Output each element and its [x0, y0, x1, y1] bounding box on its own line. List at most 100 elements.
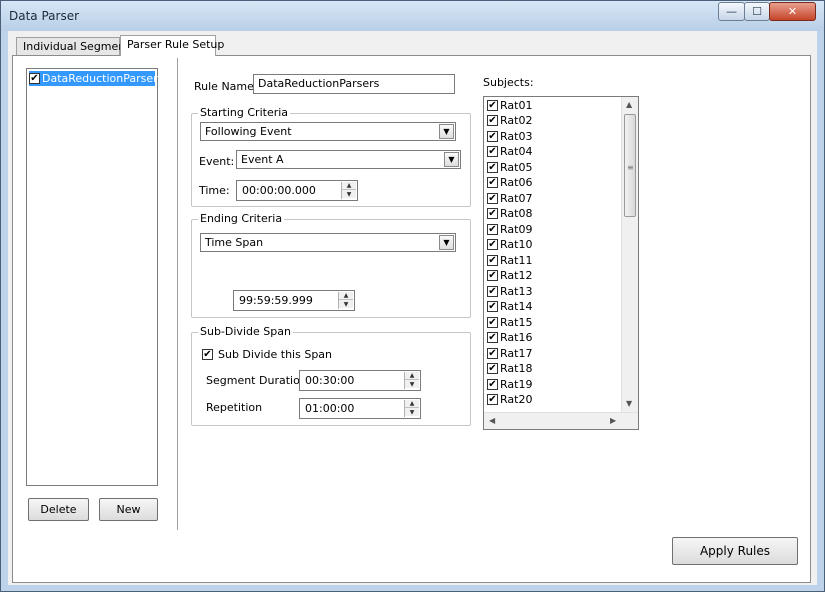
chevron-down-icon[interactable]: ▼: [439, 235, 454, 250]
subject-checkbox[interactable]: ✔: [487, 208, 498, 219]
subject-checkbox[interactable]: ✔: [487, 115, 498, 126]
subject-item[interactable]: ✔ Rat05: [487, 160, 532, 175]
subject-checkbox[interactable]: ✔: [487, 317, 498, 328]
minimize-button[interactable]: —: [718, 2, 745, 21]
spin-up-icon[interactable]: ▲: [405, 400, 419, 408]
subject-item[interactable]: ✔ Rat17: [487, 346, 532, 361]
subject-label: Rat18: [500, 362, 533, 375]
spin-down-icon[interactable]: ▼: [342, 190, 356, 198]
spin-down-icon[interactable]: ▼: [339, 300, 353, 308]
subject-item[interactable]: ✔ Rat19: [487, 377, 532, 392]
subdivide-checkbox[interactable]: ✔: [202, 349, 213, 360]
rule-checkbox[interactable]: ✔: [29, 73, 40, 84]
subdivide-span-title: Sub-Divide Span: [198, 325, 293, 338]
repetition-stepper[interactable]: 01:00:00 ▲ ▼: [299, 398, 421, 419]
subject-checkbox[interactable]: ✔: [487, 348, 498, 359]
data-parser-window: Data Parser — ☐ ✕ Individual Segments Pa…: [0, 0, 825, 592]
subject-item[interactable]: ✔ Rat03: [487, 129, 532, 144]
subject-item[interactable]: ✔ Rat15: [487, 315, 532, 330]
new-button[interactable]: New: [99, 498, 158, 521]
subject-item[interactable]: ✔ Rat04: [487, 144, 532, 159]
subject-item[interactable]: ✔ Rat14: [487, 299, 532, 314]
apply-rules-button[interactable]: Apply Rules: [672, 537, 798, 565]
subject-label: Rat04: [500, 145, 533, 158]
subject-checkbox[interactable]: ✔: [487, 394, 498, 405]
subject-item[interactable]: ✔ Rat06: [487, 175, 532, 190]
subject-label: Rat05: [500, 161, 533, 174]
subject-checkbox[interactable]: ✔: [487, 301, 498, 312]
rule-name-input[interactable]: DataReductionParsers: [253, 74, 455, 94]
subject-item[interactable]: ✔ Rat01: [487, 98, 532, 113]
time-stepper[interactable]: 00:00:00.000 ▲ ▼: [236, 180, 358, 201]
subject-checkbox[interactable]: ✔: [487, 193, 498, 204]
subjects-vertical-scrollbar[interactable]: ▲ ≡ ▼: [621, 97, 638, 412]
event-select[interactable]: Event A ▼: [236, 150, 461, 169]
subject-label: Rat17: [500, 347, 533, 360]
delete-button[interactable]: Delete: [28, 498, 89, 521]
subject-item[interactable]: ✔ Rat16: [487, 330, 532, 345]
title-bar[interactable]: Data Parser — ☐ ✕: [1, 1, 824, 31]
subject-item[interactable]: ✔ Rat12: [487, 268, 532, 283]
maximize-button[interactable]: ☐: [744, 2, 770, 21]
subjects-listbox[interactable]: ✔ Rat01 ✔ Rat02 ✔ Rat03 ✔ Rat04 ✔ Rat05 ✔ Rat0…: [483, 96, 639, 430]
starting-mode-select[interactable]: Following Event ▼: [200, 122, 456, 141]
subject-checkbox[interactable]: ✔: [487, 177, 498, 188]
subjects-label: Subjects:: [483, 76, 534, 89]
subject-item[interactable]: ✔ Rat02: [487, 113, 532, 128]
subject-item[interactable]: ✔ Rat10: [487, 237, 532, 252]
subject-item[interactable]: ✔ Rat18: [487, 361, 532, 376]
starting-mode-value: Following Event: [205, 125, 292, 138]
subject-checkbox[interactable]: ✔: [487, 100, 498, 111]
rule-listbox[interactable]: ✔ DataReductionParsers: [26, 68, 163, 486]
scroll-thumb[interactable]: ≡: [624, 114, 636, 217]
ending-criteria-group: Ending Criteria Time Span ▼ 99:59:59.999…: [191, 212, 471, 318]
rule-list-item-label: DataReductionParsers: [42, 72, 164, 85]
subject-label: Rat01: [500, 99, 533, 112]
scroll-down-icon[interactable]: ▼: [626, 399, 632, 408]
spin-up-icon[interactable]: ▲: [339, 292, 353, 300]
subjects-horizontal-scrollbar[interactable]: ◀ ▶: [484, 412, 638, 429]
subject-checkbox[interactable]: ✔: [487, 146, 498, 157]
subject-checkbox[interactable]: ✔: [487, 286, 498, 297]
time-span-stepper[interactable]: 99:59:59.999 ▲ ▼: [233, 290, 355, 311]
spin-up-icon[interactable]: ▲: [342, 182, 356, 190]
subject-checkbox[interactable]: ✔: [487, 255, 498, 266]
subject-checkbox[interactable]: ✔: [487, 270, 498, 281]
subject-checkbox[interactable]: ✔: [487, 379, 498, 390]
subject-item[interactable]: ✔ Rat13: [487, 284, 532, 299]
close-button[interactable]: ✕: [769, 2, 816, 21]
tab-parser-rule-setup[interactable]: Parser Rule Setup: [120, 35, 224, 56]
subject-item[interactable]: ✔ Rat08: [487, 206, 532, 221]
spin-up-icon[interactable]: ▲: [405, 372, 419, 380]
subject-checkbox[interactable]: ✔: [487, 162, 498, 173]
subject-checkbox[interactable]: ✔: [487, 363, 498, 374]
event-value: Event A: [241, 153, 284, 166]
scroll-up-icon[interactable]: ▲: [626, 100, 632, 109]
subject-item[interactable]: ✔ Rat07: [487, 191, 532, 206]
starting-criteria-group: Starting Criteria Following Event ▼ Even…: [191, 106, 471, 207]
subject-item[interactable]: ✔ Rat20: [487, 392, 532, 407]
ending-mode-select[interactable]: Time Span ▼: [200, 233, 456, 252]
spin-down-icon[interactable]: ▼: [405, 408, 419, 416]
subject-checkbox[interactable]: ✔: [487, 239, 498, 250]
time-value: 00:00:00.000: [242, 184, 316, 197]
subject-checkbox[interactable]: ✔: [487, 332, 498, 343]
segment-duration-stepper[interactable]: 00:30:00 ▲ ▼: [299, 370, 421, 391]
spin-down-icon[interactable]: ▼: [405, 380, 419, 388]
scroll-right-icon[interactable]: ▶: [610, 416, 616, 425]
rule-list-item[interactable]: ✔ DataReductionParsers: [29, 71, 163, 86]
subject-label: Rat06: [500, 176, 533, 189]
subject-label: Rat14: [500, 300, 533, 313]
segment-duration-label: Segment Duration:: [206, 374, 311, 387]
chevron-down-icon[interactable]: ▼: [444, 152, 459, 167]
chevron-down-icon[interactable]: ▼: [439, 124, 454, 139]
subject-label: Rat09: [500, 223, 533, 236]
subject-item[interactable]: ✔ Rat09: [487, 222, 532, 237]
subject-label: Rat03: [500, 130, 533, 143]
tab-individual-segments[interactable]: Individual Segments: [16, 37, 135, 56]
subject-checkbox[interactable]: ✔: [487, 224, 498, 235]
subject-checkbox[interactable]: ✔: [487, 131, 498, 142]
subject-item[interactable]: ✔ Rat11: [487, 253, 532, 268]
rule-name-label: Rule Name:: [194, 80, 258, 93]
scroll-left-icon[interactable]: ◀: [489, 416, 495, 425]
